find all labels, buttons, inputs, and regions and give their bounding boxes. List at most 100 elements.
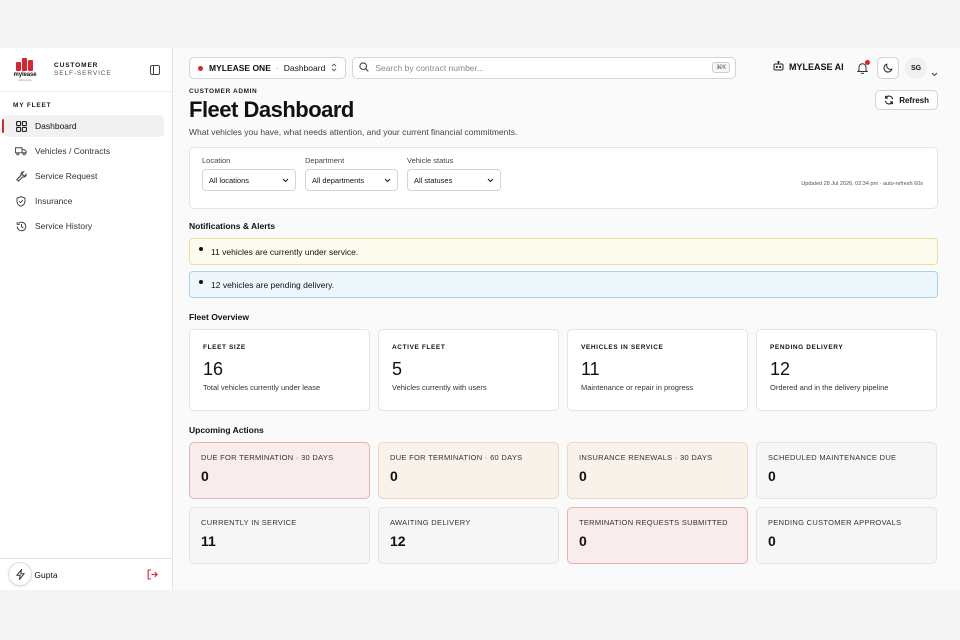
org-name: MYLEASE ONE [209, 63, 271, 73]
filter-department: Department All departments [305, 156, 398, 200]
stat-desc: Maintenance or repair in progress [581, 383, 694, 392]
action-card-termination-requests[interactable]: TERMINATION REQUESTS SUBMITTED 0 [567, 507, 748, 564]
actions-heading: Upcoming Actions [189, 425, 264, 435]
sidebar-item-label: Service Request [35, 171, 98, 181]
sidebar-section-label: MY FLEET [13, 102, 52, 109]
logo-sub: official site [18, 78, 32, 82]
mylease-logo[interactable]: mylease official site [10, 57, 40, 82]
action-label: CURRENTLY IN SERVICE [201, 518, 297, 527]
sidebar-item-vehicles[interactable]: Vehicles / Contracts [4, 140, 164, 162]
chevron-down-icon [282, 176, 289, 185]
action-card-termination-30[interactable]: DUE FOR TERMINATION · 30 DAYS 0 [189, 442, 370, 499]
page-eyebrow: CUSTOMER ADMIN [189, 88, 258, 95]
stat-value: 16 [203, 359, 224, 379]
stat-card-vehicles-in-service[interactable]: VEHICLES IN SERVICE 11 Maintenance or re… [567, 329, 748, 411]
sidebar-item-label: Insurance [35, 196, 73, 206]
page-title: Fleet Dashboard [189, 97, 354, 122]
sidebar-item-insurance[interactable]: Insurance [4, 190, 164, 212]
alerts-heading: Notifications & Alerts [189, 221, 276, 231]
stat-card-active-fleet[interactable]: ACTIVE FLEET 5 Vehicles currently with u… [378, 329, 559, 411]
filter-location: Location All locations [202, 156, 296, 200]
main-area: MYLEASE ONE · Dashboard ⌘K MYLEASE AI [173, 48, 960, 590]
refresh-label: Refresh [899, 95, 929, 105]
mylease-ai-button[interactable]: MYLEASE AI [773, 60, 844, 73]
stat-value: 12 [770, 359, 791, 379]
action-card-awaiting-delivery[interactable]: AWAITING DELIVERY 12 [378, 507, 559, 564]
action-value: 11 [201, 533, 216, 549]
action-value: 0 [579, 533, 587, 549]
wrench-icon [15, 170, 27, 182]
sidebar-collapse-icon[interactable] [150, 65, 160, 75]
filter-label: Department [305, 156, 345, 165]
location-select[interactable]: All locations [202, 169, 296, 191]
logo-mark-icon [15, 57, 35, 71]
sidebar-item-service-history[interactable]: Service History [4, 215, 164, 237]
overview-heading: Fleet Overview [189, 312, 250, 322]
notification-badge [865, 60, 870, 65]
bullet-icon [199, 280, 203, 284]
action-value: 0 [768, 468, 776, 484]
action-card-insurance-renewals[interactable]: INSURANCE RENEWALS · 30 DAYS 0 [567, 442, 748, 499]
action-label: DUE FOR TERMINATION · 30 DAYS [201, 453, 334, 462]
action-card-scheduled-maintenance[interactable]: SCHEDULED MAINTENANCE DUE 0 [756, 442, 937, 499]
sidebar-item-label: Vehicles / Contracts [35, 146, 111, 156]
dashboard-content: CUSTOMER ADMIN Fleet Dashboard What vehi… [189, 88, 938, 572]
dashboard-grid-icon [15, 120, 27, 132]
stat-label: PENDING DELIVERY [770, 344, 844, 351]
sidebar-item-service-request[interactable]: Service Request [4, 165, 164, 187]
theme-toggle-moon-icon[interactable] [877, 57, 899, 79]
refresh-button[interactable]: Refresh [875, 90, 938, 110]
action-label: AWAITING DELIVERY [390, 518, 471, 527]
select-value: All departments [312, 175, 365, 185]
robot-icon [773, 60, 784, 73]
filter-label: Location [202, 156, 231, 165]
notifications-bell-icon[interactable] [856, 60, 870, 79]
stat-value: 5 [392, 359, 403, 379]
action-value: 0 [768, 533, 776, 549]
bullet-icon [199, 247, 203, 251]
action-label: TERMINATION REQUESTS SUBMITTED [579, 518, 728, 527]
breadcrumb-separator: · [275, 63, 279, 73]
stat-label: FLEET SIZE [203, 344, 246, 351]
org-switcher[interactable]: MYLEASE ONE · Dashboard [189, 57, 347, 79]
truck-icon [15, 145, 27, 157]
chevron-down-icon[interactable] [931, 64, 938, 82]
sidebar-item-label: Service History [35, 221, 93, 231]
last-updated: Updated 28 Jul 2026, 02:34 pm · auto-ref… [801, 181, 923, 187]
stat-desc: Ordered and in the delivery pipeline [770, 383, 889, 392]
select-value: All statuses [414, 175, 453, 185]
search-input[interactable] [375, 63, 696, 73]
action-label: DUE FOR TERMINATION · 60 DAYS [390, 453, 523, 462]
action-label: SCHEDULED MAINTENANCE DUE [768, 453, 897, 462]
stat-value: 11 [581, 359, 600, 379]
refresh-icon [885, 95, 894, 105]
stat-desc: Vehicles currently with users [392, 383, 487, 392]
stat-desc: Total vehicles currently under lease [203, 383, 321, 392]
alert-under-service: 11 vehicles are currently under service. [189, 238, 938, 265]
select-value: All locations [209, 175, 250, 185]
filter-status: Vehicle status All statuses [407, 156, 501, 200]
user-avatar[interactable]: SG [905, 57, 927, 79]
logout-icon[interactable] [147, 569, 158, 582]
chevron-down-icon [487, 176, 494, 185]
department-select[interactable]: All departments [305, 169, 398, 191]
action-value: 0 [201, 468, 209, 484]
stat-card-fleet-size[interactable]: FLEET SIZE 16 Total vehicles currently u… [189, 329, 370, 411]
brand-header: mylease official site CUSTOMER SELF-SERV… [0, 48, 172, 92]
history-icon [15, 220, 27, 232]
filters-panel: Location All locations Department All de… [189, 147, 938, 209]
stat-card-pending-delivery[interactable]: PENDING DELIVERY 12 Ordered and in the d… [756, 329, 937, 411]
overview-grid: FLEET SIZE 16 Total vehicles currently u… [189, 329, 938, 411]
action-value: 0 [579, 468, 587, 484]
status-select[interactable]: All statuses [407, 169, 501, 191]
search-icon [359, 62, 370, 74]
action-card-currently-in-service[interactable]: CURRENTLY IN SERVICE 11 [189, 507, 370, 564]
quick-action-bolt-icon[interactable] [8, 562, 32, 586]
action-card-termination-60[interactable]: DUE FOR TERMINATION · 60 DAYS 0 [378, 442, 559, 499]
sidebar-item-label: Dashboard [35, 121, 77, 131]
action-card-pending-approvals[interactable]: PENDING CUSTOMER APPROVALS 0 [756, 507, 937, 564]
sidebar-item-dashboard[interactable]: Dashboard [2, 115, 164, 137]
shield-icon [15, 195, 27, 207]
action-value: 0 [390, 468, 398, 484]
search-box: ⌘K [352, 57, 737, 79]
